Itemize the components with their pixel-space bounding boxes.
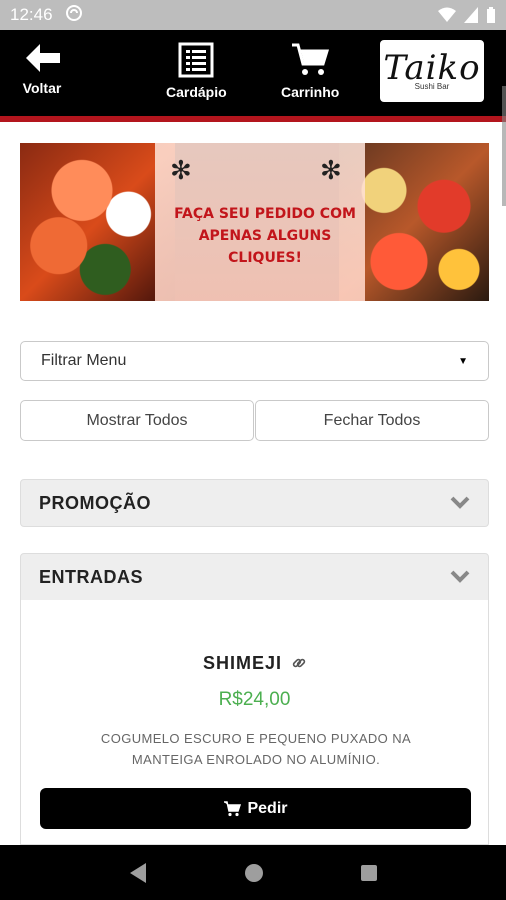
wifi-icon — [438, 7, 456, 22]
link-icon[interactable] — [292, 654, 306, 675]
app-header: Voltar Cardápio Carrinho Taiko Sushi Bar — [0, 30, 506, 122]
battery-icon — [487, 7, 495, 23]
nav-recents-icon[interactable] — [360, 864, 378, 882]
system-nav-bar — [0, 845, 506, 900]
status-time: 12:46 — [10, 5, 53, 24]
section-title: PROMOÇÃO — [39, 492, 151, 513]
cart-button[interactable]: Carrinho — [281, 42, 339, 100]
menu-button[interactable]: Cardápio — [166, 42, 227, 100]
order-button[interactable]: Pedir — [40, 788, 471, 829]
nav-home-icon[interactable] — [244, 863, 264, 883]
order-label: Pedir — [247, 799, 288, 817]
filter-menu-select[interactable]: Filtrar Menu ▼ — [20, 341, 489, 381]
signal-icon — [464, 7, 478, 23]
list-icon — [178, 42, 214, 78]
filter-menu-value: Filtrar Menu — [41, 352, 127, 369]
brand-logo: Taiko Sushi Bar — [380, 40, 484, 102]
dropdown-caret-icon: ▼ — [458, 355, 468, 367]
back-button[interactable]: Voltar — [22, 42, 62, 96]
bamboo-decoration-icon: ✻ — [320, 155, 342, 185]
item-name: SHIMEJI — [202, 653, 282, 673]
show-all-button[interactable]: Mostrar Todos — [20, 400, 254, 441]
logo-text: Taiko — [383, 47, 481, 88]
banner-headline: Faça seu pedido com apenas alguns clique… — [170, 203, 360, 269]
menu-label: Cardápio — [166, 84, 227, 100]
bamboo-decoration-icon: ✻ — [170, 155, 192, 185]
banner-line-2: apenas alguns cliques! — [198, 228, 332, 266]
cart-icon — [292, 43, 330, 75]
chevron-down-icon — [450, 567, 470, 588]
section-title: ENTRADAS — [39, 566, 144, 587]
cart-small-icon — [224, 800, 242, 816]
back-arrow-icon — [26, 44, 60, 72]
scrollbar[interactable] — [502, 86, 506, 206]
section-header-promocao[interactable]: PROMOÇÃO — [20, 479, 489, 527]
section-header-entradas[interactable]: ENTRADAS — [20, 553, 489, 601]
nav-back-icon[interactable] — [128, 862, 148, 884]
back-label: Voltar — [22, 80, 62, 96]
item-title: SHIMEJI — [21, 653, 488, 675]
chevron-down-icon — [450, 493, 470, 514]
logo-subtitle: Sushi Bar — [414, 81, 450, 91]
close-all-button[interactable]: Fechar Todos — [255, 400, 489, 441]
status-bar: 12:46 — [0, 0, 506, 30]
notification-icon — [65, 4, 83, 27]
promo-banner: ✻ ✻ Faça seu pedido com apenas alguns cl… — [20, 143, 489, 301]
header-red-line — [0, 116, 506, 122]
banner-sushi-image-left — [20, 143, 175, 301]
item-description: COGUMELO ESCURO E PEQUENO PUXADO NA MANT… — [100, 731, 412, 767]
item-price: R$24,00 — [218, 689, 291, 710]
entradas-panel-body: SHIMEJI R$24,00 COGUMELO ESCURO E PEQUEN… — [20, 600, 489, 845]
banner-line-1: Faça seu pedido com — [174, 206, 356, 222]
cart-label: Carrinho — [281, 84, 340, 100]
